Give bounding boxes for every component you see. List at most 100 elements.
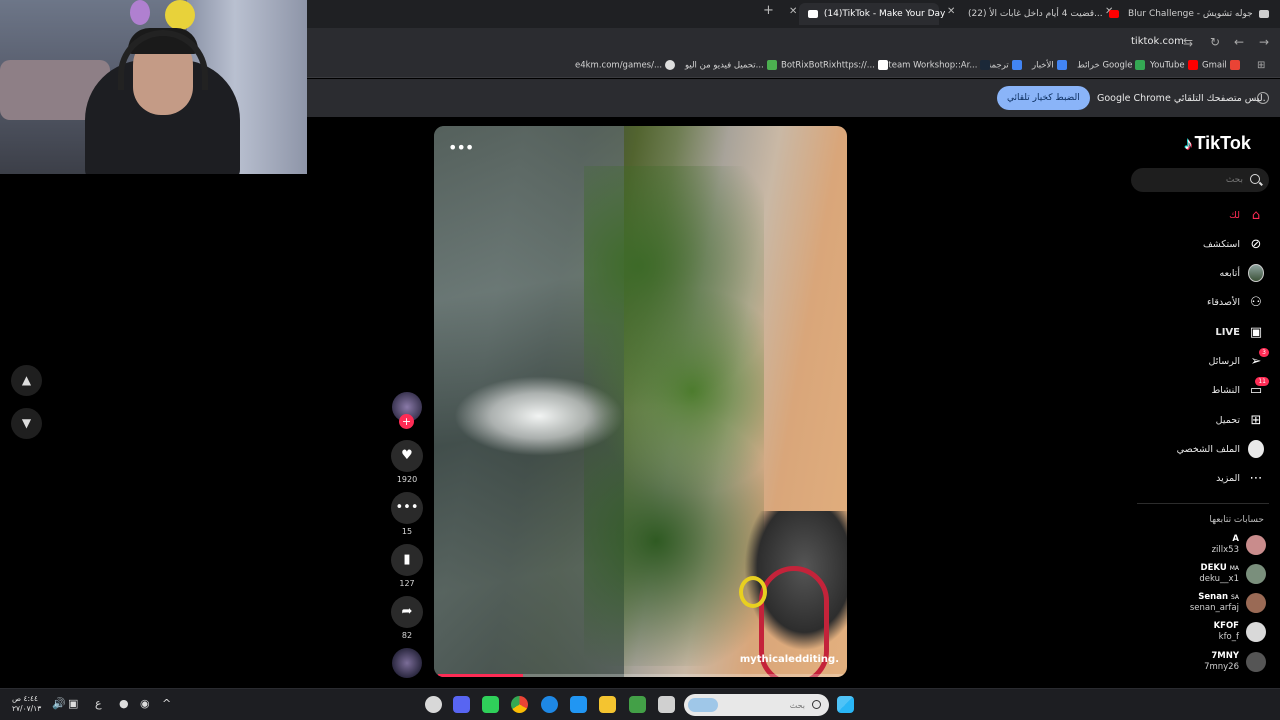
compass-icon: ⊘ [1250,236,1262,252]
search-icon[interactable] [1250,174,1260,184]
bookmark-video-download[interactable]: تحميل فيديو من اليو... [685,60,777,71]
apps-grid-icon[interactable]: ⊞ [1257,59,1265,73]
sidebar-item-label: النشاط [1211,384,1240,396]
video-more-options-button[interactable]: ••• [448,138,474,157]
webcam-overlay [0,0,307,174]
taskbar: ٤:٤٤ ص ٢٧/٠٧/١٣ 🔊 ▣ ع ● ◉ ^ [0,688,1280,720]
gmail-icon [1229,60,1240,70]
sidebar-item-messages[interactable]: الرسائل ➢ 3 [1209,348,1269,371]
sidebar-item-explore[interactable]: استكشف ⊘ [1203,234,1264,254]
xbox-app-icon[interactable] [629,696,646,713]
set-default-button[interactable]: الضبط كخيار تلقائي [997,86,1090,110]
bookmark-maps[interactable]: خرائط Google [1077,60,1146,71]
bookmark-steam[interactable]: Steam Workshop::Ar... [883,60,991,71]
steam-icon [980,60,991,70]
tray-app-icon[interactable]: ◉ [140,697,150,711]
avatar [1246,564,1266,584]
account-handle: zillx53 [1211,545,1239,555]
tab-tiktok[interactable]: (14)TikTok - Make Your Day [799,3,945,25]
sound-disc[interactable] [392,648,422,678]
sidebar-item-label: استكشف [1202,238,1240,250]
bookmark-e4km[interactable]: e4km.com/games/... [575,60,676,71]
save-action[interactable]: ▮ 127 [391,544,423,588]
live-icon: ▣ [1249,324,1263,340]
chevron-up-icon: ▲ [21,373,32,387]
video-progress-bar[interactable] [438,674,843,677]
following-account[interactable]: A zillx53 [1212,533,1266,557]
network-icon[interactable]: ▣ [68,697,78,711]
following-account[interactable]: 7MNY 7mny26 [1204,650,1266,674]
sidebar-item-more[interactable]: المزيد ⋯ [1216,468,1264,488]
share-icon[interactable]: ➦ [391,596,423,628]
clock-date: ٢٧/٠٧/١٣ [12,704,42,713]
previous-video-button[interactable]: ▲ [11,365,42,396]
discord-icon[interactable] [453,696,470,713]
next-video-button[interactable]: ▼ [11,408,42,439]
share-count: 82 [401,631,413,640]
close-icon[interactable]: ✕ [789,6,797,17]
video-player[interactable]: ••• mythicaledditing. [434,126,847,677]
reload-icon[interactable]: ↻ [1210,35,1220,49]
edge-icon[interactable] [541,696,558,713]
sidebar-item-friends[interactable]: الأصدقاء ⚇ [1207,292,1264,312]
like-action[interactable]: ♥ 1920 [391,440,423,484]
like-count: 1920 [396,475,418,484]
bookmark-youtube[interactable]: YouTube [1150,60,1198,71]
sidebar-item-profile[interactable]: الملف الشخصي [1177,439,1264,459]
obs-like-app-icon[interactable] [482,696,499,713]
tiktok-logo[interactable]: ♪ TikTok [1184,133,1251,154]
sidebar-item-following[interactable]: أتابعه [1220,263,1264,283]
tab-label: (14)TikTok - Make Your Day [823,9,946,19]
account-name-text: Senan [1198,592,1228,602]
search-input[interactable] [1131,168,1269,192]
search-icon [812,700,821,709]
chevron-up-icon[interactable]: ^ [162,697,171,711]
site-settings-icon[interactable]: ⇆ [1183,35,1193,49]
sidebar-item-upload[interactable]: تحميل ⊞ [1216,410,1264,430]
default-browser-infobar: Google Chrome ليس متصفحك التلقائي. الضبط… [307,79,1280,117]
comment-count: 15 [401,527,413,536]
sidebar-item-activity[interactable]: النشاط ▭ 11 [1211,377,1269,400]
clock-time: ٤:٤٤ ص [12,694,39,703]
download-icon [766,60,777,70]
heart-icon[interactable]: ♥ [391,440,423,472]
close-icon[interactable]: ✕ [947,6,955,17]
language-indicator[interactable]: ع [95,697,102,711]
following-account[interactable]: DEKU MA deku__x1 [1199,562,1266,586]
tab-blur-challenge[interactable]: Blur Challenge - جوله تشويش [1122,3,1278,25]
comment-action[interactable]: ••• 15 [391,492,423,536]
following-account[interactable]: KFOF kfo_f [1214,620,1266,644]
taskbar-clock[interactable]: ٤:٤٤ ص ٢٧/٠٧/١٣ [12,694,41,714]
bookmark-icon[interactable]: ▮ [391,544,423,576]
comment-icon[interactable]: ••• [391,492,423,524]
bookmark-label: e4km.com/games/... [575,60,663,71]
avatar [1246,652,1266,672]
bookmark-news[interactable]: الأخبار [1032,60,1067,71]
chrome-icon[interactable] [511,696,528,713]
sidebar-item-live[interactable]: LIVE ▣ [1215,322,1264,342]
bookmark-botrix[interactable]: BotRixBotRixhttps://... [781,60,888,71]
settings-gear-icon[interactable] [425,696,442,713]
bookmark-label: YouTube [1150,60,1185,71]
microphone-icon[interactable]: ● [119,697,129,711]
globe-icon [665,60,676,70]
forward-arrow-icon[interactable]: ← [1234,35,1244,49]
tab-youtube-video[interactable]: (22) قضيت 4 أيام داخل غابات الأ... [962,3,1128,25]
file-explorer-icon[interactable] [599,696,616,713]
new-tab-button[interactable]: + [763,3,774,18]
follow-button[interactable]: + [399,414,414,429]
following-account[interactable]: Senan SA senan_arfaj [1190,591,1266,615]
sidebar-item-for-you[interactable]: لك ⌂ [1229,205,1264,225]
back-arrow-icon[interactable]: → [1259,35,1269,49]
url-field[interactable]: tiktok.com [1131,36,1184,47]
volume-icon[interactable]: 🔊 [52,697,66,711]
share-action[interactable]: ➦ 82 [391,596,423,640]
tab-favicon-icon [1258,9,1269,18]
bookmark-translate[interactable]: ترجمة [987,60,1022,71]
windows-start-icon[interactable] [837,696,854,713]
messages-badge: 3 [1259,348,1269,357]
file-app-icon[interactable] [570,696,587,713]
bookmark-label: BotRixBotRixhttps://... [781,60,875,71]
bookmark-gmail[interactable]: Gmail [1202,60,1240,71]
task-view-icon[interactable] [658,696,675,713]
